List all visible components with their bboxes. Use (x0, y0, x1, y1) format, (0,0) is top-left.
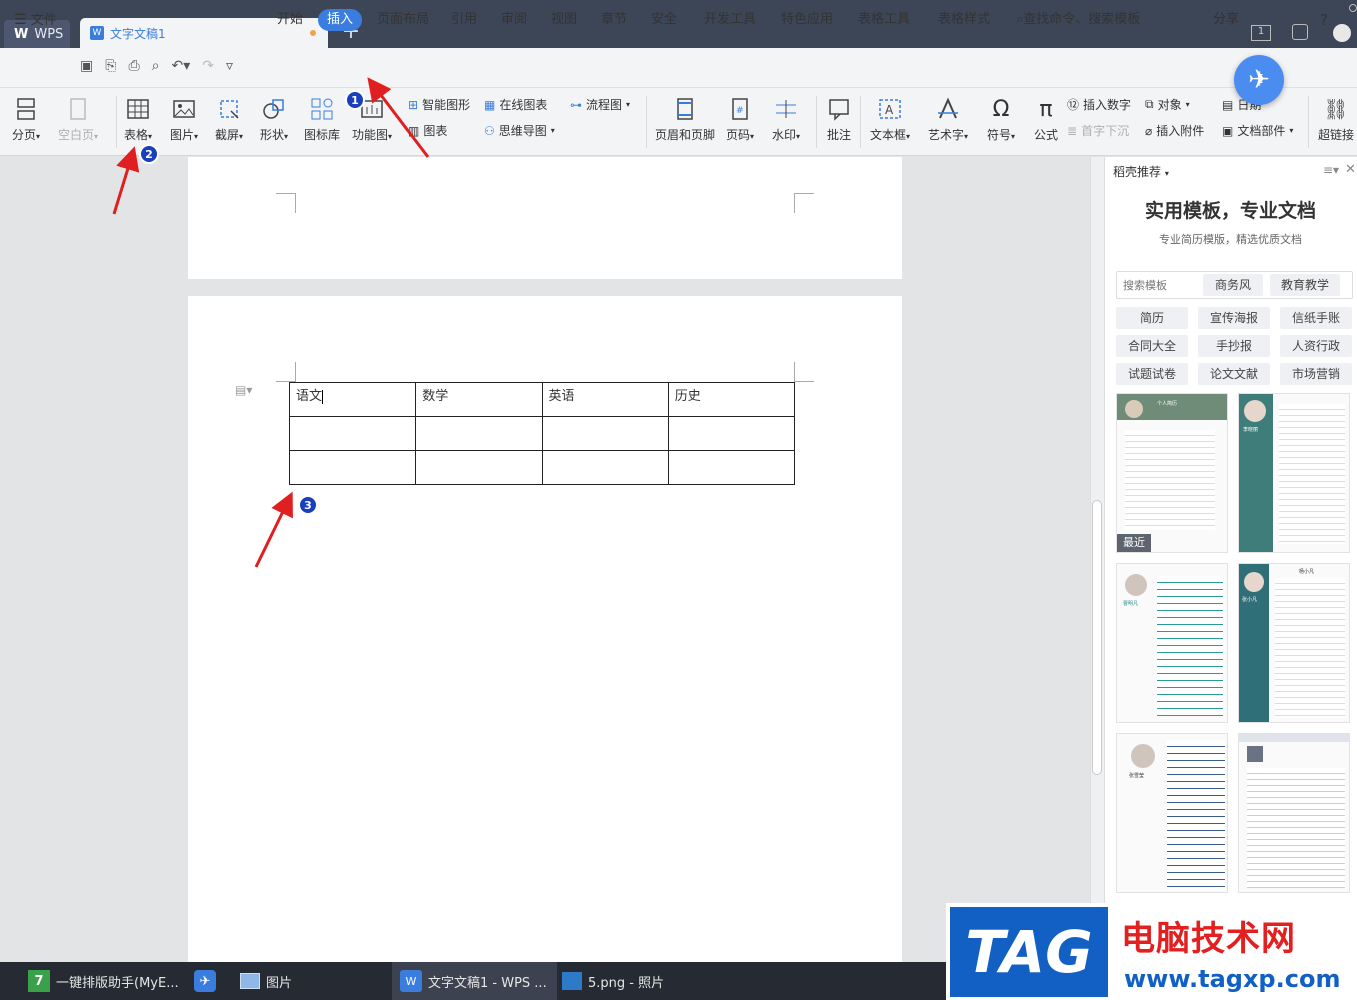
template-chip[interactable]: 手抄报 (1198, 335, 1270, 357)
resume-name: 曹明凡 (1123, 601, 1139, 607)
annotation-badge-1: 1 (345, 90, 365, 110)
watermark-title: 电脑技术网 (1121, 919, 1296, 959)
avatar (1244, 400, 1266, 422)
layout-assistant-icon: 7 (28, 970, 50, 992)
template-chip[interactable]: 简历 (1116, 307, 1188, 329)
tag-logo: TAG (950, 907, 1108, 997)
template-search-input[interactable] (1123, 276, 1193, 294)
badge-number: 3 (304, 499, 312, 512)
annotation-arrow (367, 77, 430, 158)
panel-menu-icon[interactable]: ≡▾ (1323, 163, 1339, 177)
avatar (1125, 574, 1147, 596)
resume-name: 杨小凡 (1299, 569, 1315, 575)
annotation-badge-2: 2 (139, 144, 159, 164)
taskbar-item-feishu[interactable]: ✈ (190, 962, 220, 1000)
picture-folder-icon (240, 973, 260, 989)
taskbar-item-photos[interactable]: 5.png - 照片 (562, 962, 664, 1000)
resume-name: 张雪莹 (1129, 773, 1145, 779)
avatar (1247, 746, 1263, 762)
resume-name: 个人简历 (1157, 401, 1178, 407)
resume-template-thumbnail[interactable] (1238, 733, 1350, 893)
resume-template-thumbnail[interactable]: 张小凡 杨小凡 (1238, 563, 1350, 723)
template-chip[interactable]: 人资行政 (1280, 335, 1352, 357)
annotation-arrow (254, 491, 293, 568)
resume-template-thumbnail[interactable]: 个人简历 最近 (1116, 393, 1228, 553)
thumbnail-lines (1247, 768, 1345, 888)
watermark-url: www.tagxp.com (1124, 965, 1341, 993)
template-chip[interactable]: 商务风 (1203, 274, 1263, 296)
taskbar-label: 文字文稿1 - WPS ... (428, 975, 547, 991)
resume-name: 李晓丽 (1243, 427, 1259, 433)
avatar (1125, 400, 1143, 418)
thumbnail-lines (1279, 404, 1345, 544)
badge-number: 1 (351, 94, 359, 107)
taskbar-label: 一键排版助手(MyE... (56, 975, 179, 991)
resume-template-thumbnail[interactable]: 张雪莹 (1116, 733, 1228, 893)
badge-number: 2 (145, 148, 153, 161)
template-chip[interactable]: 合同大全 (1116, 335, 1188, 357)
resume-template-thumbnail[interactable]: 曹明凡 (1116, 563, 1228, 723)
thumbnail-lines (1167, 740, 1225, 890)
thumbnail-lines (1275, 578, 1345, 718)
dropdown-arrow-icon: ▾ (1164, 169, 1169, 178)
template-chip[interactable]: 信纸手账 (1280, 307, 1352, 329)
thumbnail-lines (1125, 430, 1215, 530)
resume-template-thumbnail[interactable]: 李晓丽 (1238, 393, 1350, 553)
avatar (1244, 572, 1264, 592)
thumbnail-lines (1157, 576, 1223, 716)
site-watermark: TAG 电脑技术网 www.tagxp.com (946, 903, 1357, 1000)
wps-writer-icon: W (400, 970, 422, 992)
thumbnail-header (1239, 734, 1349, 742)
floating-assistant-icon[interactable]: ✈ (1234, 55, 1284, 105)
recent-badge: 最近 (1117, 534, 1151, 552)
template-chip[interactable]: 试题试卷 (1116, 363, 1188, 385)
panel-close-icon[interactable]: ✕ (1345, 162, 1356, 177)
taskbar-item-layout-assistant[interactable]: 7 一键排版助手(MyE... (28, 962, 179, 1000)
taskbar-item-pictures[interactable]: 图片 (240, 962, 292, 1000)
panel-subline: 专业简历模版，精选优质文档 (1159, 233, 1302, 246)
photos-app-icon (562, 972, 582, 990)
resume-name: 张小凡 (1242, 597, 1258, 603)
template-chip[interactable]: 市场营销 (1280, 363, 1352, 385)
taskbar-label: 5.png - 照片 (588, 975, 665, 991)
annotation-badge-3: 3 (298, 495, 318, 515)
annotation-arrow (112, 146, 140, 215)
avatar (1131, 744, 1155, 768)
taskbar-item-wps-writer[interactable]: W 文字文稿1 - WPS ... (392, 962, 557, 1000)
panel-title[interactable]: 稻壳推荐 ▾ (1113, 163, 1169, 180)
template-chip[interactable]: 论文文献 (1198, 363, 1270, 385)
template-chip[interactable]: 宣传海报 (1198, 307, 1270, 329)
panel-title-label: 稻壳推荐 (1113, 165, 1162, 179)
taskbar-label: 图片 (266, 975, 293, 991)
template-chip[interactable]: 教育教学 (1270, 274, 1340, 296)
bird-app-icon: ✈ (194, 970, 216, 992)
panel-headline: 实用模板，专业文档 (1144, 200, 1316, 222)
